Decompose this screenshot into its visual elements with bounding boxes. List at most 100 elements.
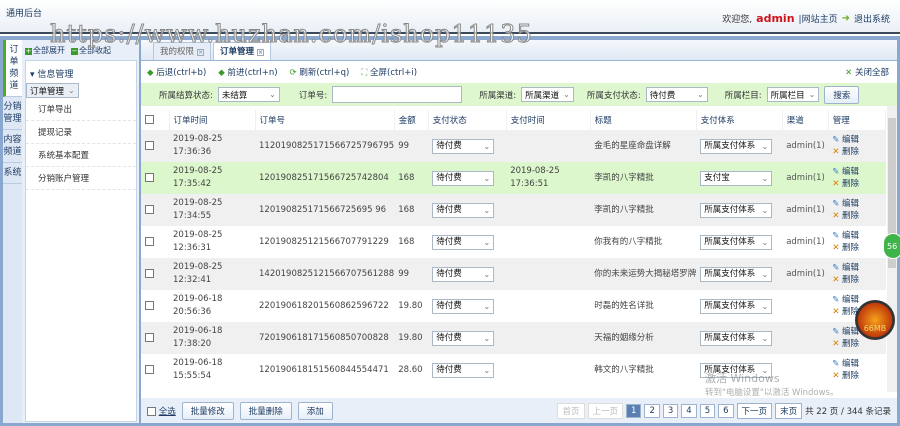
table-row[interactable]: 2019-08-25 12:36:31 120190825121566707791…: [141, 226, 886, 258]
header-checkbox[interactable]: [145, 115, 154, 124]
delete-link[interactable]: ✕ 删除: [832, 370, 885, 382]
table-row[interactable]: 2019-08-25 17:35:42 120190825171566725742…: [141, 162, 886, 194]
pay-status-select[interactable]: 待付费: [432, 170, 495, 186]
left-panel: +全部展开 −全部收起 ▾ 信息管理 订单管理 订单导出 提现记录 系统基本配置…: [22, 40, 139, 423]
delete-link[interactable]: ✕ 删除: [832, 210, 885, 222]
row-checkbox[interactable]: [145, 332, 154, 342]
expand-all-button[interactable]: + 全部展开: [25, 45, 65, 56]
page-2[interactable]: 2: [644, 403, 660, 418]
tree-item-order-mgmt[interactable]: 订单管理: [26, 83, 79, 98]
pay-status-select[interactable]: 待付费: [432, 298, 495, 314]
pay-status-label: 所属支付状态:: [586, 90, 641, 101]
page-1[interactable]: 1: [626, 403, 642, 418]
tree-item-config[interactable]: 系统基本配置: [26, 144, 136, 167]
vtab-orders[interactable]: 订单频道: [3, 40, 22, 97]
tree-group[interactable]: ▾ 信息管理: [26, 61, 136, 83]
search-button[interactable]: 搜索: [824, 85, 860, 104]
pay-system-select[interactable]: 所属支付体系: [700, 330, 773, 346]
row-checkbox[interactable]: [145, 140, 154, 150]
pay-system-select[interactable]: 支付宝: [700, 170, 773, 186]
table-row[interactable]: 2019-08-25 17:36:36 112019082517156672579…: [141, 130, 886, 162]
first-page-button[interactable]: 首页: [557, 402, 585, 419]
back-button[interactable]: ◆ 后退(ctrl+b): [147, 66, 206, 78]
pay-system-select[interactable]: 所属支付体系: [700, 138, 773, 154]
pay-status-select[interactable]: 待付费: [432, 202, 495, 218]
collapse-all-button[interactable]: − 全部收起: [71, 45, 111, 56]
row-checkbox[interactable]: [145, 204, 154, 214]
order-title: 金毛的星座命盘详解: [594, 140, 671, 151]
close-all-button[interactable]: ✕ 关闭全部: [845, 66, 889, 78]
pay-system-select[interactable]: 所属支付体系: [700, 202, 773, 218]
delete-link[interactable]: ✕ 删除: [832, 146, 885, 158]
edit-link[interactable]: ✎ 编辑: [832, 198, 885, 210]
memory-badge[interactable]: 66MB: [855, 300, 895, 340]
row-checkbox[interactable]: [145, 172, 154, 182]
pay-status-select[interactable]: 待付费: [645, 87, 708, 102]
channel-select[interactable]: 所属渠道: [521, 87, 574, 102]
pay-status-select[interactable]: 待付费: [432, 138, 495, 154]
fullscreen-button[interactable]: ⛶ 全屏(ctrl+i): [361, 66, 417, 78]
floating-badge[interactable]: 56: [883, 233, 900, 259]
page-6[interactable]: 6: [718, 403, 734, 418]
page-5[interactable]: 5: [699, 403, 716, 418]
pay-status-select[interactable]: 待付费: [432, 266, 495, 282]
edit-label: 编辑: [842, 231, 860, 241]
row-checkbox[interactable]: [145, 300, 154, 310]
table-row[interactable]: 2019-08-25 17:34:55 120190825171566725695…: [141, 194, 886, 226]
col-channel: 渠道: [782, 110, 829, 130]
settle-select[interactable]: 未结算: [217, 87, 280, 102]
edit-link[interactable]: ✎ 编辑: [832, 262, 885, 274]
edit-link[interactable]: ✎ 编辑: [832, 230, 885, 242]
site-home-link[interactable]: |网站主页: [799, 12, 838, 25]
amount: 19.80: [398, 332, 423, 343]
pay-status-select[interactable]: 待付费: [432, 234, 495, 250]
close-icon[interactable]: ×: [197, 49, 205, 56]
table-row[interactable]: 2019-08-25 12:32:41 142019082512156670756…: [141, 258, 886, 290]
row-checkbox[interactable]: [145, 364, 154, 374]
edit-link[interactable]: ✎ 编辑: [832, 134, 885, 146]
vtab-distribution[interactable]: 分销管理: [3, 97, 22, 130]
tab-orders[interactable]: 订单管理 ×: [213, 42, 272, 60]
vtab-content[interactable]: 内容频道: [3, 130, 22, 163]
tree-item-order-export[interactable]: 订单导出: [26, 98, 136, 121]
pay-system-select[interactable]: 所属支付体系: [700, 266, 773, 282]
column-select[interactable]: 所属栏目: [766, 87, 820, 102]
refresh-button[interactable]: ⟳ 刷新(ctrl+q): [290, 66, 350, 78]
delete-link[interactable]: ✕ 删除: [832, 178, 885, 190]
edit-link[interactable]: ✎ 编辑: [832, 358, 885, 370]
next-page-button[interactable]: 下一页: [736, 402, 773, 419]
delete-link[interactable]: ✕ 删除: [832, 242, 885, 254]
col-order-time: 订单时间: [169, 110, 256, 130]
row-checkbox[interactable]: [145, 236, 154, 246]
batch-edit-button[interactable]: 批量修改: [181, 401, 234, 420]
order-clock: 12:36:31: [173, 243, 212, 253]
pay-status-select[interactable]: 待付费: [432, 330, 495, 346]
tab-permissions[interactable]: 我的权限 ×: [153, 42, 212, 60]
select-all-checkbox[interactable]: 全选: [147, 405, 176, 417]
edit-link[interactable]: ✎ 编辑: [832, 166, 885, 178]
table-row[interactable]: 2019-06-18 20:56:36 220190618201560862596…: [141, 290, 886, 322]
add-button[interactable]: 添加: [297, 401, 333, 420]
pencil-icon: ✎: [832, 327, 840, 337]
logout-link[interactable]: 退出系统: [854, 12, 890, 25]
order-clock: 17:38:20: [173, 339, 212, 349]
pay-system-select[interactable]: 所属支付体系: [700, 234, 773, 250]
page-3[interactable]: 3: [662, 403, 679, 418]
page-4[interactable]: 4: [681, 403, 697, 418]
prev-page-button[interactable]: 上一页: [587, 402, 624, 419]
order-input[interactable]: [332, 86, 463, 103]
select-all-label[interactable]: 全选: [159, 407, 176, 417]
row-checkbox[interactable]: [145, 268, 154, 278]
tree-item-accounts[interactable]: 分销账户管理: [26, 167, 136, 190]
delete-link[interactable]: ✕ 删除: [832, 274, 885, 286]
batch-delete-button[interactable]: 批量删除: [239, 401, 292, 420]
forward-button[interactable]: ◆ 前进(ctrl+n): [218, 66, 277, 78]
vtab-system[interactable]: 系统: [3, 163, 22, 184]
tree-item-withdraw[interactable]: 提现记录: [26, 121, 136, 144]
pay-system-select[interactable]: 所属支付体系: [700, 298, 773, 314]
close-icon[interactable]: ×: [257, 49, 265, 56]
table-row[interactable]: 2019-06-18 17:38:20 720190618171560850700…: [141, 322, 886, 354]
pay-status-select[interactable]: 待付费: [432, 362, 495, 378]
last-page-button[interactable]: 末页: [775, 402, 803, 419]
checkbox[interactable]: [147, 406, 156, 416]
